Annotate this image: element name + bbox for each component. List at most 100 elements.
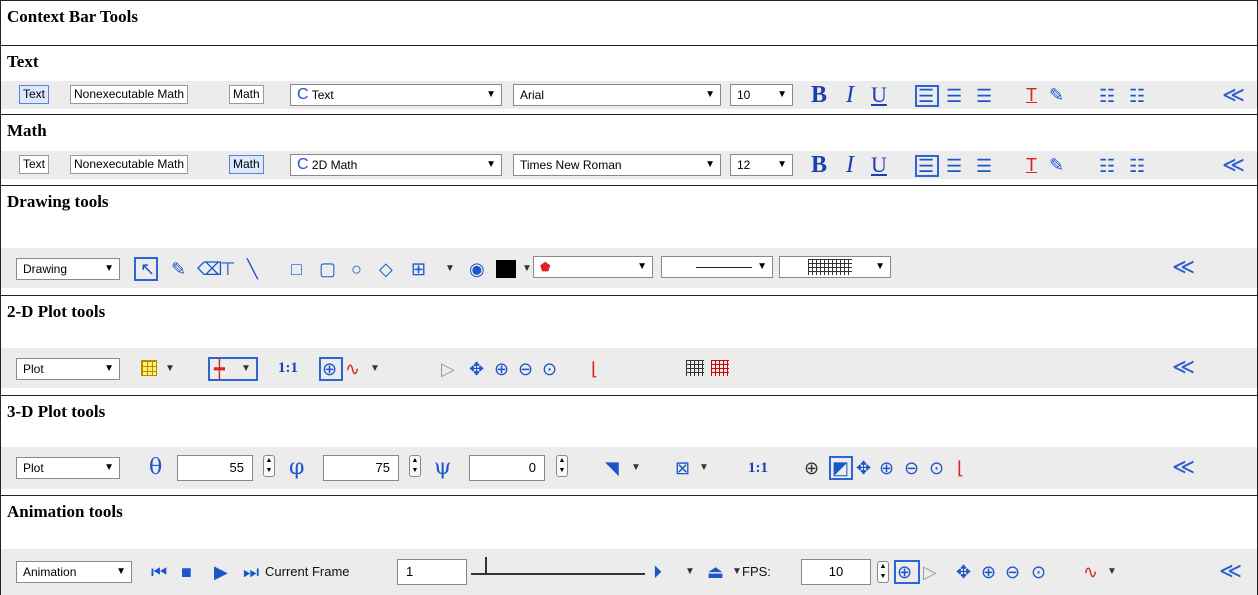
underline-button[interactable]: U — [871, 152, 887, 178]
next-frame-icon[interactable]: ⏭ — [243, 561, 259, 583]
chevron-down-icon[interactable]: ▼ — [522, 258, 532, 280]
font-dropdown[interactable]: Times New Roman ▼ — [513, 154, 721, 176]
nonexecutable-math-mode-button[interactable]: Nonexecutable Math — [70, 155, 189, 174]
curve-icon[interactable]: ∿ — [1083, 561, 1098, 583]
pencil-icon[interactable]: ✎ — [171, 258, 186, 280]
crosshair-icon[interactable]: ⊕ — [804, 457, 819, 479]
current-frame-field[interactable]: 1 — [397, 559, 467, 585]
chevron-down-icon[interactable]: ▼ — [445, 258, 455, 280]
numbered-list-icon[interactable]: ☷ — [1129, 85, 1145, 107]
gridlines-red-icon[interactable] — [711, 360, 729, 376]
font-size-dropdown[interactable]: 10 ▼ — [730, 84, 793, 106]
pan-icon[interactable]: ✥ — [956, 561, 971, 583]
phi-field[interactable]: 75 — [323, 455, 399, 481]
chevron-down-icon[interactable]: ▼ — [732, 561, 742, 583]
style-dropdown[interactable]: C 2D Math ▼ — [290, 154, 502, 176]
psi-field[interactable]: 0 — [469, 455, 545, 481]
pan-icon[interactable]: ✥ — [856, 457, 871, 479]
collapse-icon[interactable]: ≪ — [1172, 356, 1195, 378]
one-to-one-button[interactable]: 1:1 — [748, 460, 768, 477]
chevron-down-icon[interactable]: ▼ — [685, 561, 695, 583]
gridlines-icon[interactable] — [686, 360, 704, 376]
first-frame-icon[interactable]: ⏮ — [151, 561, 167, 583]
line-style-dropdown[interactable]: ▼ — [661, 256, 773, 278]
select-icon[interactable]: ▷ — [923, 561, 937, 583]
underline-button[interactable]: U — [871, 82, 887, 108]
zoom-out-icon[interactable]: ⊖ — [1005, 561, 1020, 583]
italic-button[interactable]: I — [846, 82, 854, 108]
chevron-down-icon[interactable]: ▼ — [699, 457, 709, 479]
play-icon[interactable]: ▶ — [214, 561, 228, 583]
align-center-icon[interactable]: ☰ — [946, 155, 962, 177]
chevron-down-icon[interactable]: ▼ — [165, 358, 175, 380]
zoom-out-icon[interactable]: ⊖ — [518, 358, 533, 380]
one-to-one-button[interactable]: 1:1 — [278, 360, 298, 377]
color-palette-icon[interactable]: ◉ — [469, 258, 485, 280]
theta-spinner[interactable]: ▲ ▼ — [263, 455, 275, 477]
zoom-reset-icon[interactable]: ⊙ — [542, 358, 557, 380]
bullet-list-icon[interactable]: ☷ — [1099, 85, 1115, 107]
zoom-reset-icon[interactable]: ⊙ — [929, 457, 944, 479]
zoom-in-icon[interactable]: ⊕ — [494, 358, 509, 380]
collapse-icon[interactable]: ≪ — [1222, 84, 1245, 106]
curve-icon[interactable]: ∿ — [345, 358, 360, 380]
mode-dropdown[interactable]: Plot ▼ — [16, 457, 120, 479]
grid-icon[interactable] — [141, 360, 157, 376]
stop-icon[interactable]: ■ — [181, 561, 192, 583]
axes-box-icon[interactable]: ⊠ — [675, 457, 690, 479]
bold-button[interactable]: B — [811, 152, 827, 178]
math-mode-button[interactable]: Math — [229, 85, 264, 104]
loop-mode-icon[interactable]: ⏏ — [707, 561, 724, 583]
text-box-icon[interactable]: ⊤ — [220, 258, 236, 280]
zoom-out-icon[interactable]: ⊖ — [904, 457, 919, 479]
pan-icon[interactable]: ✥ — [469, 358, 484, 380]
style-dropdown[interactable]: C Text ▼ — [290, 84, 502, 106]
math-mode-button[interactable]: Math — [229, 155, 264, 174]
text-color-icon[interactable]: T — [1026, 154, 1037, 176]
fill-style-dropdown[interactable]: ⬟ ▼ — [533, 256, 653, 278]
text-mode-button[interactable]: Text — [19, 155, 50, 174]
bold-button[interactable]: B — [811, 82, 827, 108]
play-direction-icon[interactable]: ⏵ — [653, 561, 662, 583]
highlight-pen-icon[interactable]: ✎ — [1049, 154, 1064, 176]
chevron-down-icon[interactable]: ▼ — [370, 358, 380, 380]
collapse-icon[interactable]: ≪ — [1219, 560, 1242, 582]
text-mode-button[interactable]: Text — [19, 85, 50, 104]
surface-style-icon[interactable]: ◥ — [605, 457, 619, 479]
fps-spinner[interactable]: ▲ ▼ — [877, 561, 889, 583]
align-right-icon[interactable]: ☰ — [976, 85, 992, 107]
select-icon[interactable]: ▷ — [441, 358, 455, 380]
font-size-dropdown[interactable]: 12 ▼ — [730, 154, 793, 176]
theta-field[interactable]: 55 — [177, 455, 253, 481]
chevron-down-icon[interactable]: ▼ — [1107, 561, 1117, 583]
zoom-in-icon[interactable]: ⊕ — [879, 457, 894, 479]
psi-spinner[interactable]: ▲ ▼ — [556, 455, 568, 477]
circle-icon[interactable]: ○ — [351, 258, 362, 280]
align-center-icon[interactable]: ☰ — [946, 85, 962, 107]
collapse-icon[interactable]: ≪ — [1172, 256, 1195, 278]
align-tool-icon[interactable]: ⊞ — [411, 258, 426, 280]
mode-dropdown[interactable]: Plot ▼ — [16, 358, 120, 380]
zoom-reset-icon[interactable]: ⊙ — [1031, 561, 1046, 583]
axis-scale-icon[interactable]: ⌊ — [957, 457, 964, 479]
text-color-icon[interactable]: T — [1026, 84, 1037, 106]
bullet-list-icon[interactable]: ☷ — [1099, 155, 1115, 177]
fill-color-swatch[interactable] — [496, 260, 516, 278]
diamond-icon[interactable]: ◇ — [379, 258, 393, 280]
eraser-icon[interactable]: ⌫ — [197, 258, 222, 280]
frame-slider-thumb[interactable] — [485, 557, 495, 575]
highlight-pen-icon[interactable]: ✎ — [1049, 84, 1064, 106]
rounded-rectangle-icon[interactable]: ▢ — [319, 258, 336, 280]
rectangle-icon[interactable]: □ — [291, 258, 302, 280]
collapse-icon[interactable]: ≪ — [1222, 154, 1245, 176]
nonexecutable-math-mode-button[interactable]: Nonexecutable Math — [70, 85, 189, 104]
phi-spinner[interactable]: ▲ ▼ — [409, 455, 421, 477]
collapse-icon[interactable]: ≪ — [1172, 456, 1195, 478]
zoom-in-icon[interactable]: ⊕ — [981, 561, 996, 583]
axis-scale-icon[interactable]: ⌊ — [591, 358, 598, 380]
align-right-icon[interactable]: ☰ — [976, 155, 992, 177]
mode-dropdown[interactable]: Drawing ▼ — [16, 258, 120, 280]
numbered-list-icon[interactable]: ☷ — [1129, 155, 1145, 177]
chevron-down-icon[interactable]: ▼ — [631, 457, 641, 479]
line-icon[interactable]: ╲ — [247, 258, 258, 280]
